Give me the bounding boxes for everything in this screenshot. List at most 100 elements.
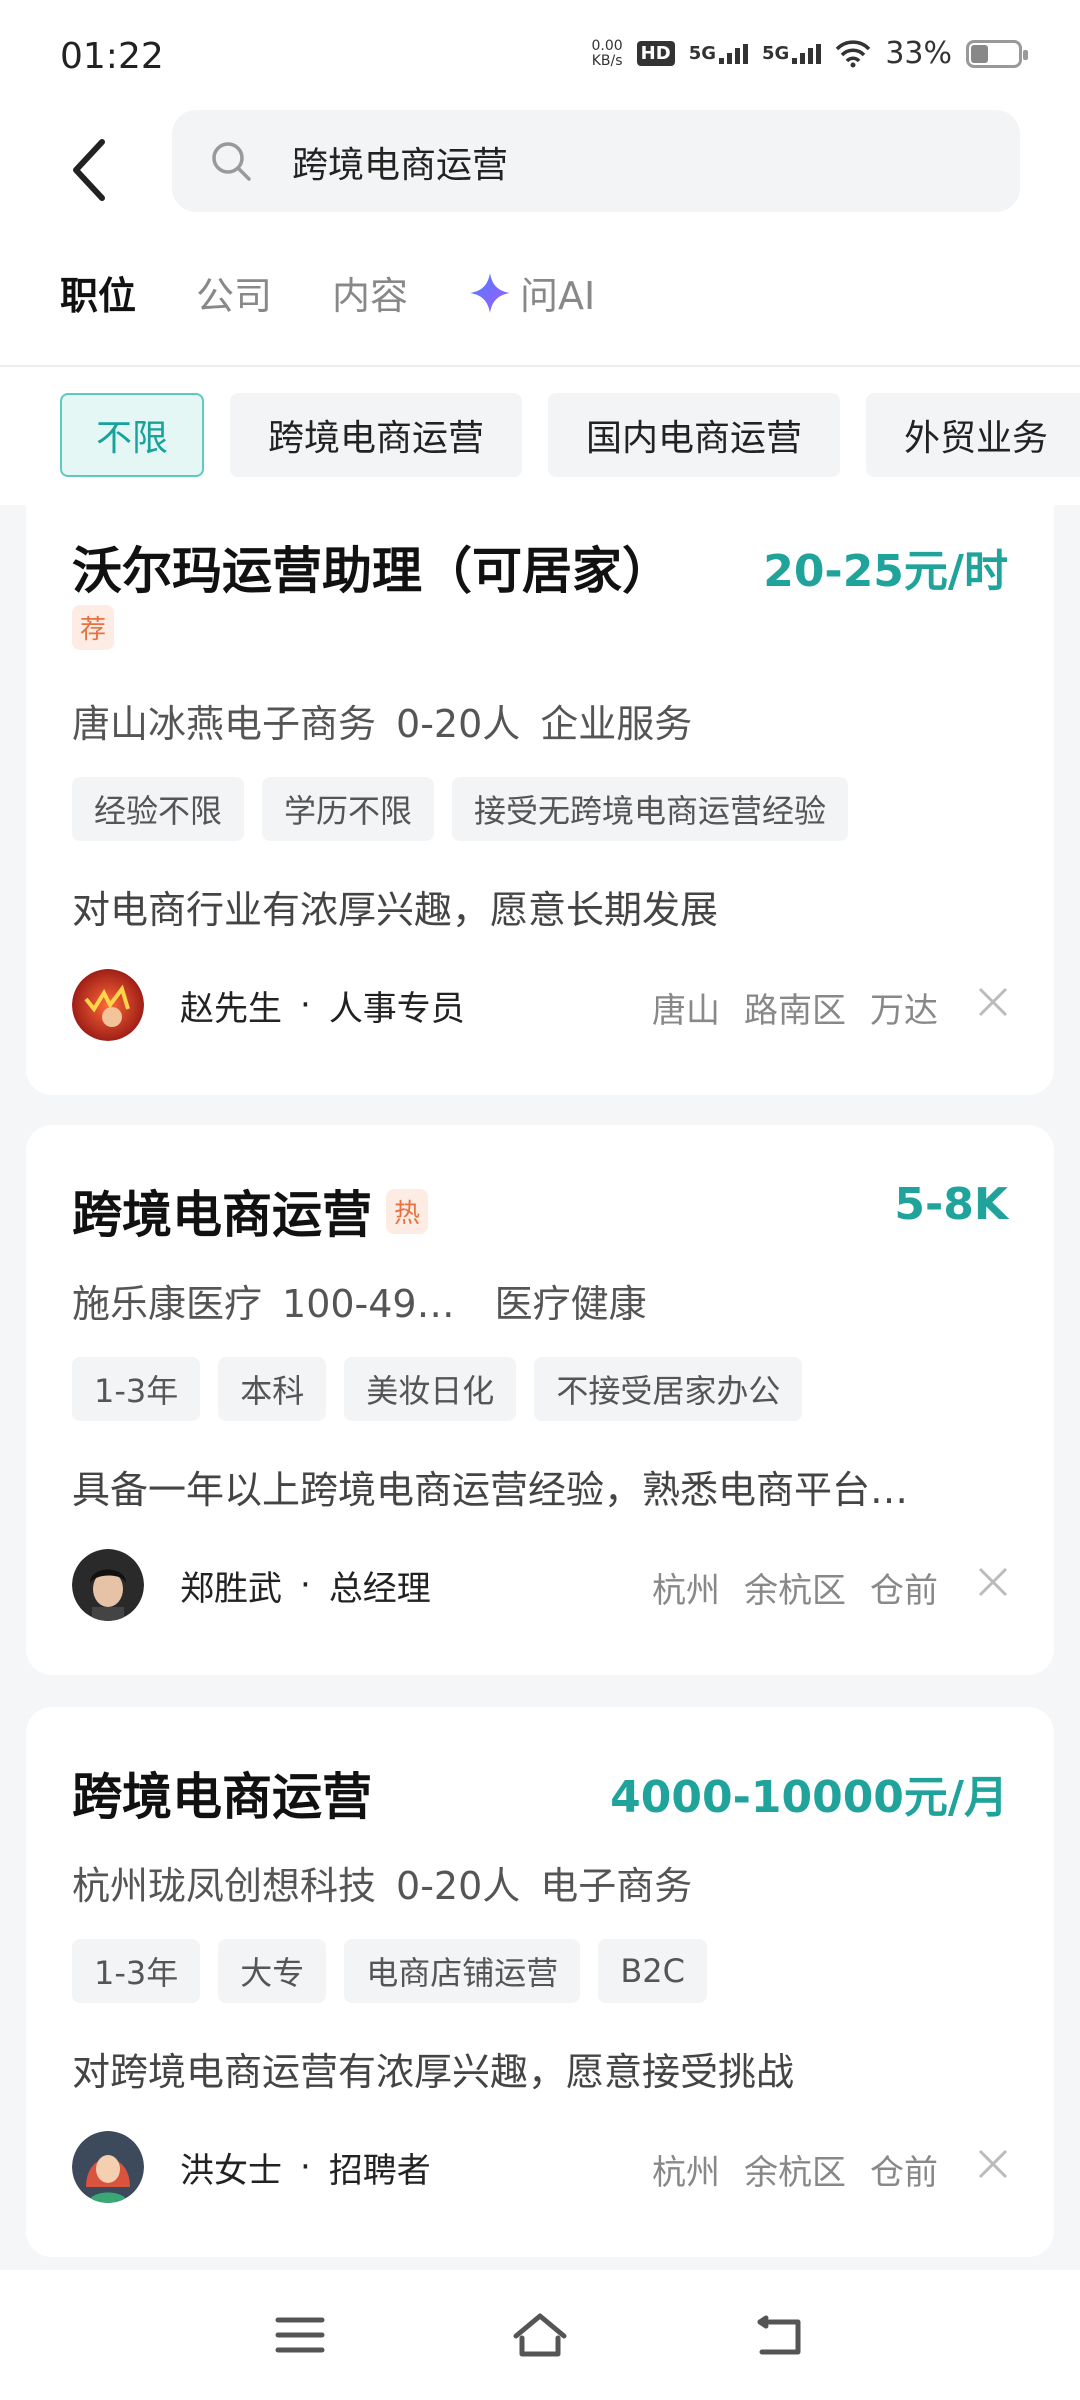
filter-chip[interactable]: 跨境电商运营	[230, 393, 523, 477]
job-tag: 美妆日化	[344, 1357, 517, 1421]
company-name: 杭州珑凤创想科技	[72, 1864, 377, 1908]
job-tag: 本科	[218, 1357, 327, 1421]
separator-dot: ·	[300, 985, 311, 1025]
signal-label: 5G	[688, 43, 716, 64]
company-industry: 企业服务	[540, 702, 693, 746]
location-city: 杭州	[652, 1571, 720, 1611]
recruiter-info: 赵先生 · 人事专员	[72, 969, 465, 1041]
job-description: 对电商行业有浓厚兴趣，愿意长期发展	[72, 888, 719, 932]
company-info: 杭州珑凤创想科技 0-20人 电子商务	[72, 1855, 712, 1910]
job-tag: 经验不限	[72, 777, 245, 841]
job-tag: 1-3年	[72, 1939, 201, 2003]
search-query: 跨境电商运营	[292, 145, 509, 186]
close-icon[interactable]	[976, 2147, 1010, 2181]
recruiter-role: 总经理	[328, 1568, 431, 1609]
hd-icon: HD	[636, 41, 675, 66]
tab-ask-ai[interactable]: 问AI	[468, 265, 595, 320]
job-location: 唐山 路南区 万达	[652, 983, 938, 1032]
job-location: 杭州 余杭区 仓前	[652, 2145, 938, 2194]
search-input[interactable]: 跨境电商运营	[172, 110, 1020, 212]
filter-chip-all[interactable]: 不限	[60, 393, 205, 477]
job-title: 沃尔玛运营助理（可居家）	[72, 542, 672, 600]
sparkle-icon	[470, 272, 511, 313]
company-industry: 医疗健康	[494, 1282, 647, 1326]
location-area: 万达	[870, 991, 938, 1031]
tab-ask-ai-label: 问AI	[520, 274, 596, 318]
battery-percent: 33%	[885, 36, 952, 71]
filter-chip[interactable]: 外贸业务	[866, 393, 1080, 477]
company-info: 施乐康医疗 100-49… 医疗健康	[72, 1273, 667, 1328]
net-speed-value: 0.00	[591, 37, 623, 54]
location-district: 余杭区	[744, 2153, 846, 2193]
system-nav-bar	[0, 2270, 1080, 2400]
company-name: 施乐康医疗	[72, 1282, 263, 1326]
job-description: 具备一年以上跨境电商运营经验，熟悉电商平台…	[72, 1468, 909, 1512]
location-area: 仓前	[870, 1571, 938, 1611]
hot-badge: 热	[386, 1188, 429, 1234]
job-card[interactable]: 沃尔玛运营助理（可居家） 20-25元/时 荐 唐山冰燕电子商务 0-20人 企业服…	[26, 505, 1054, 1095]
tab-jobs[interactable]: 职位	[60, 265, 136, 320]
job-tag: 大专	[218, 1939, 327, 2003]
search-header: 跨境电商运营 职位 公司 内容 问AI	[0, 110, 1080, 365]
tab-companies[interactable]: 公司	[196, 265, 272, 320]
location-area: 仓前	[870, 2153, 938, 2193]
avatar	[72, 969, 144, 1041]
signal-bars-icon	[792, 44, 822, 64]
job-salary: 4000-10000元/月	[610, 1772, 1008, 1823]
job-list: 沃尔玛运营助理（可居家） 20-25元/时 荐 唐山冰燕电子商务 0-20人 企业服…	[0, 505, 1080, 2270]
job-tags: 1-3年 本科 美妆日化 不接受居家办公	[72, 1357, 803, 1421]
recruiter-name: 赵先生	[180, 988, 282, 1029]
job-title: 跨境电商运营	[72, 1186, 372, 1244]
wifi-icon	[836, 39, 871, 67]
result-tabs: 职位 公司 内容 问AI	[60, 265, 595, 320]
location-district: 余杭区	[744, 1571, 846, 1611]
chevron-left-icon[interactable]	[62, 130, 122, 210]
menu-icon[interactable]	[270, 2310, 330, 2360]
job-tag: 学历不限	[262, 777, 435, 841]
recruiter-name: 郑胜武	[180, 1568, 282, 1609]
job-card[interactable]: 跨境电商运营 4000-10000元/月 杭州珑凤创想科技 0-20人 电子商务 1…	[26, 1707, 1054, 2257]
job-title: 跨境电商运营	[72, 1768, 372, 1826]
company-size: 0-20人	[396, 702, 521, 746]
avatar	[72, 1549, 144, 1621]
filter-chip[interactable]: 国内电商运营	[548, 393, 841, 477]
job-location: 杭州 余杭区 仓前	[652, 1563, 938, 1612]
job-tag: 不接受居家办公	[534, 1357, 803, 1421]
job-tag: B2C	[598, 1939, 707, 2003]
recruiter-info: 郑胜武 · 总经理	[72, 1549, 431, 1621]
company-size: 0-20人	[396, 1864, 521, 1908]
job-search-page: 01:22 0.00 KB/s HD 5G 5G 33% 跨境电商运营 职位 公…	[0, 0, 1080, 2400]
recruiter-info: 洪女士 · 招聘者	[72, 2131, 431, 2203]
job-card[interactable]: 跨境电商运营 热 5-8K 施乐康医疗 100-49… 医疗健康 1-3年 本科 美…	[26, 1125, 1054, 1675]
recommend-badge: 荐	[72, 605, 115, 650]
location-district: 路南区	[744, 991, 846, 1031]
company-name: 唐山冰燕电子商务	[72, 702, 377, 746]
signal-icon: 5G	[762, 43, 822, 64]
company-info: 唐山冰燕电子商务 0-20人 企业服务	[72, 693, 712, 748]
job-title-row: 跨境电商运营 热	[72, 1175, 429, 1247]
net-speed: 0.00 KB/s	[591, 37, 623, 69]
company-size: 100-49…	[282, 1282, 455, 1326]
recruiter-role: 招聘者	[328, 2150, 431, 2191]
recruiter-role: 人事专员	[328, 988, 465, 1029]
tab-content[interactable]: 内容	[332, 265, 408, 320]
signal-bars-icon	[719, 44, 748, 64]
job-tag: 1-3年	[72, 1357, 201, 1421]
job-tag: 电商店铺运营	[344, 1939, 581, 2003]
close-icon[interactable]	[976, 1565, 1010, 1599]
close-icon[interactable]	[976, 985, 1010, 1019]
status-icons: 0.00 KB/s HD 5G 5G 33%	[591, 36, 1028, 71]
home-icon[interactable]	[510, 2310, 570, 2360]
battery-icon	[966, 39, 1028, 68]
filter-chips: 不限 跨境电商运营 国内电商运营 外贸业务	[60, 393, 1080, 477]
separator-dot: ·	[300, 2147, 311, 2187]
job-salary: 5-8K	[894, 1179, 1008, 1230]
signal-icon: 5G	[689, 43, 748, 64]
location-city: 杭州	[652, 2153, 720, 2193]
signal-label: 5G	[762, 43, 790, 64]
back-icon[interactable]	[750, 2310, 810, 2360]
separator-dot: ·	[300, 1565, 311, 1605]
location-city: 唐山	[652, 991, 720, 1031]
net-speed-unit: KB/s	[591, 52, 623, 69]
job-tags: 1-3年 大专 电商店铺运营 B2C	[72, 1939, 707, 2003]
